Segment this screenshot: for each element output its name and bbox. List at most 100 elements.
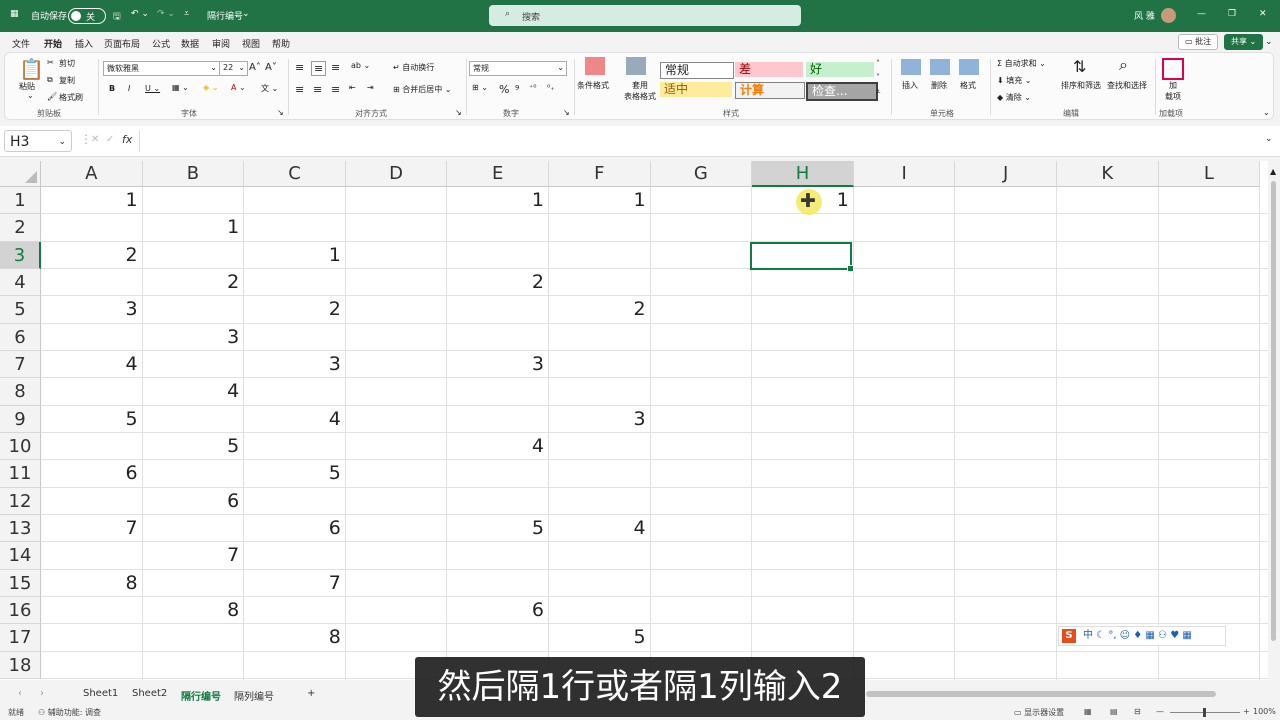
cell-e1[interactable]: 1 <box>447 187 549 214</box>
restore-icon[interactable]: ❐ <box>1228 9 1236 19</box>
decrease-font-icon[interactable]: A˅ <box>265 62 277 73</box>
add-sheet-icon[interactable]: + <box>307 688 315 699</box>
cell-e10[interactable]: 4 <box>447 433 549 460</box>
comment-button[interactable]: ▭ 批注 <box>1178 34 1219 50</box>
cell-a13[interactable]: 7 <box>41 515 143 542</box>
tab-file[interactable]: 文件 <box>12 37 30 50</box>
cell-a5[interactable]: 3 <box>41 296 143 323</box>
row-header-13[interactable]: 13 <box>0 514 41 543</box>
close-icon[interactable]: ✕ <box>1259 9 1267 19</box>
align-top-icon[interactable]: ≡ <box>295 61 304 74</box>
row-header-17[interactable]: 17 <box>0 624 41 652</box>
paste-icon[interactable]: 📋 <box>19 57 44 81</box>
font-name-select[interactable]: 微软雅黑 ⌄ <box>103 61 220 76</box>
phonetic-icon[interactable]: 文 ⌄ <box>261 83 278 94</box>
column-header-j[interactable]: J <box>955 161 1057 187</box>
style-neutral[interactable]: 适中 <box>660 82 732 97</box>
styles-more-icon[interactable]: ⩡ <box>876 87 881 97</box>
style-calculation[interactable]: 计算 <box>735 82 805 99</box>
redo-icon[interactable]: ↷ ⌄ <box>157 9 175 19</box>
zoom-slider-handle[interactable] <box>1203 708 1206 717</box>
share-button[interactable]: 共享 ⌄ <box>1224 34 1264 50</box>
autosave-toggle[interactable]: 关 <box>68 8 106 24</box>
cell-a15[interactable]: 8 <box>41 570 143 597</box>
font-dialog-icon[interactable]: ↘ <box>277 108 284 117</box>
cell-b14[interactable]: 7 <box>143 542 245 569</box>
format-cells-icon[interactable] <box>959 59 979 75</box>
cell-e7[interactable]: 3 <box>447 351 549 378</box>
zoom-out-icon[interactable]: — <box>1156 707 1164 716</box>
align-center-icon[interactable]: ≡ <box>313 83 322 96</box>
save-icon[interactable]: 🖫 <box>113 9 121 25</box>
sheet-tab-sheet2[interactable]: Sheet2 <box>132 688 167 699</box>
align-middle-icon[interactable]: ≡ <box>311 61 327 76</box>
cell-f9[interactable]: 3 <box>549 406 651 433</box>
tab-view[interactable]: 视图 <box>242 37 260 50</box>
formula-input[interactable] <box>139 130 1264 152</box>
column-header-e[interactable]: E <box>447 161 549 187</box>
increase-font-icon[interactable]: A˄ <box>249 62 261 73</box>
tab-data[interactable]: 数据 <box>181 37 199 50</box>
cell-b12[interactable]: 6 <box>143 488 245 515</box>
row-header-2[interactable]: 2 <box>0 214 41 242</box>
cell-c17[interactable]: 8 <box>244 624 346 651</box>
sheet-tab-alternate-column[interactable]: 隔列编号 <box>234 688 274 703</box>
insert-cells-button[interactable]: 插入 <box>902 80 918 91</box>
row-header-12[interactable]: 12 <box>0 487 41 515</box>
chevron-down-icon[interactable]: ⌄ <box>1263 108 1270 117</box>
horizontal-scroll-thumb[interactable] <box>866 691 1216 697</box>
fill-color-icon[interactable]: ◈ ⌄ <box>203 83 218 92</box>
clear-button[interactable]: ◆ 清除 ⌄ <box>997 92 1031 103</box>
customize-icon[interactable]: ⩡ <box>184 9 189 19</box>
select-all-corner[interactable] <box>0 161 41 187</box>
cell-e13[interactable]: 5 <box>447 515 549 542</box>
ime-status[interactable]: 中 ☾ °, ☺ ♦ ▦ ⚇ ♥ ▦ <box>1083 627 1192 645</box>
conditional-format-button[interactable]: 条件格式 <box>577 80 609 91</box>
italic-button[interactable]: I <box>128 84 130 93</box>
tab-insert[interactable]: 插入 <box>75 37 93 50</box>
row-header-7[interactable]: 7 <box>0 350 41 379</box>
column-header-h[interactable]: H <box>752 161 854 187</box>
prev-sheet-icon[interactable]: ‹ <box>18 688 22 699</box>
find-select-icon[interactable]: ⌕ <box>1119 55 1128 75</box>
cell-c13[interactable]: 6 <box>244 515 346 542</box>
align-dialog-icon[interactable]: ↘ <box>455 108 462 117</box>
table-format-icon[interactable] <box>626 57 646 75</box>
bold-button[interactable]: B <box>109 84 115 93</box>
number-format-select[interactable]: 常规 ⌄ <box>469 61 567 76</box>
style-normal[interactable]: 常规 <box>660 62 734 79</box>
cell-b8[interactable]: 4 <box>143 378 245 405</box>
font-size-select[interactable]: 22 ⌄ <box>219 61 248 76</box>
border-icon[interactable]: ▦ ⌄ <box>172 83 189 92</box>
column-header-k[interactable]: K <box>1057 161 1159 187</box>
cell-a1[interactable]: 1 <box>41 187 143 214</box>
next-sheet-icon[interactable]: › <box>40 688 44 699</box>
zoom-in-icon[interactable]: + <box>1243 707 1250 716</box>
conditional-format-icon[interactable] <box>585 57 605 75</box>
copy-icon[interactable]: ⧉ <box>47 75 53 85</box>
column-header-b[interactable]: B <box>142 161 245 187</box>
user-name[interactable]: 风 雅 <box>1134 9 1155 22</box>
chevron-down-icon[interactable]: ⌄ <box>27 91 34 100</box>
cell-b4[interactable]: 2 <box>143 269 245 296</box>
page-layout-view-icon[interactable]: ▤ <box>1110 707 1118 716</box>
cut-icon[interactable]: ✂ <box>47 58 54 67</box>
row-header-16[interactable]: 16 <box>0 596 41 625</box>
undo-icon[interactable]: ↶ ⌄ <box>131 9 149 19</box>
increase-decimal-icon[interactable]: ⁺⁰ <box>529 83 536 92</box>
ime-toolbar[interactable]: S 中 ☾ °, ☺ ♦ ▦ ⚇ ♥ ▦ <box>1058 626 1226 646</box>
row-header-4[interactable]: 4 <box>0 268 41 297</box>
row-header-6[interactable]: 6 <box>0 323 41 351</box>
cell-a11[interactable]: 6 <box>41 460 143 487</box>
cell-f1[interactable]: 1 <box>549 187 651 214</box>
row-header-18[interactable]: 18 <box>0 651 41 679</box>
cell-a7[interactable]: 4 <box>41 351 143 378</box>
column-header-g[interactable]: G <box>650 161 753 187</box>
row-header-8[interactable]: 8 <box>0 378 41 406</box>
format-cells-button[interactable]: 格式 <box>960 80 976 91</box>
cell-f13[interactable]: 4 <box>549 515 651 542</box>
decrease-decimal-icon[interactable]: ⁰₊ <box>547 83 554 92</box>
cell-b16[interactable]: 8 <box>143 597 245 624</box>
brush-icon[interactable]: 🖌 <box>47 92 57 101</box>
cell-c11[interactable]: 5 <box>244 460 346 487</box>
